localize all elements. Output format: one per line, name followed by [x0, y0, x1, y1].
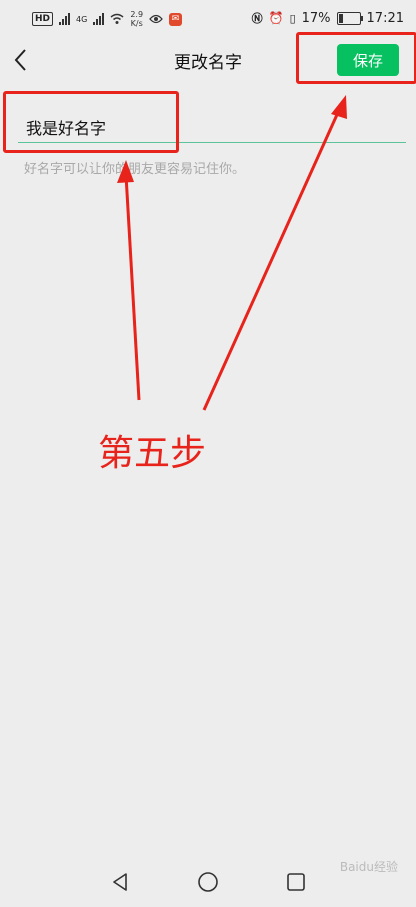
step-label: 第五步 [98, 433, 207, 474]
nav-back-icon[interactable] [106, 868, 134, 896]
arrow-head-name-field [117, 160, 134, 183]
nav-home-icon[interactable] [194, 868, 222, 896]
watermark: Baidu经验 [339, 860, 398, 874]
annotation-arrows [117, 95, 347, 411]
arrow-head-save-button [331, 95, 347, 119]
arrow-to-name-field [124, 174, 141, 401]
nav-recents-icon[interactable] [282, 868, 310, 896]
arrow-to-save-button [202, 107, 342, 411]
